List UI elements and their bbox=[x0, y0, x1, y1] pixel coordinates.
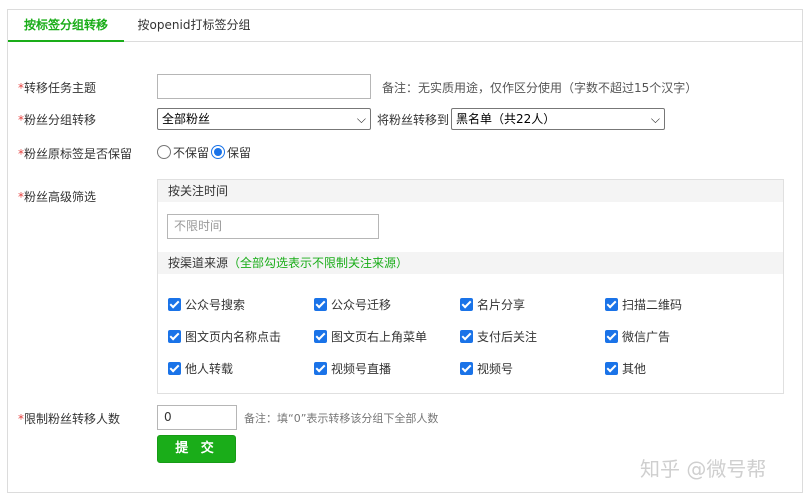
target-group-select[interactable]: 黑名单（共22人） ⌵ bbox=[451, 108, 665, 130]
limit-label: *限制粉丝转移人数 bbox=[18, 410, 120, 427]
checkbox-checked-icon[interactable] bbox=[314, 330, 327, 343]
channel-label: 图文页内名称点击 bbox=[185, 330, 282, 344]
group-transfer-label: *粉丝分组转移 bbox=[18, 111, 96, 128]
transfer-to-label: 将粉丝转移到 bbox=[377, 113, 450, 127]
channel-checkbox[interactable]: 扫描二维码 bbox=[605, 296, 682, 313]
channel-header-note: （全部勾选表示不限制关注来源） bbox=[228, 256, 409, 270]
channel-label: 图文页右上角菜单 bbox=[331, 330, 428, 344]
keep-tags-radio-group: 不保留 保留 bbox=[157, 143, 253, 161]
task-subject-label-text: 转移任务主题 bbox=[24, 81, 97, 95]
advanced-filter-label: *粉丝高级筛选 bbox=[18, 188, 96, 205]
tab-tag-group-transfer[interactable]: 按标签分组转移 bbox=[8, 10, 124, 42]
channel-checkbox[interactable]: 视频号直播 bbox=[314, 360, 391, 377]
checkbox-checked-icon[interactable] bbox=[168, 298, 181, 311]
channel-label: 名片分享 bbox=[477, 298, 526, 312]
channel-checkbox[interactable]: 视频号 bbox=[460, 360, 513, 377]
follow-time-header: 按关注时间 bbox=[158, 180, 783, 202]
tab-bar: 按标签分组转移 按openid打标签分组 bbox=[8, 10, 802, 42]
checkbox-checked-icon[interactable] bbox=[168, 362, 181, 375]
advanced-filter-label-text: 粉丝高级筛选 bbox=[24, 190, 97, 204]
group-transfer-label-text: 粉丝分组转移 bbox=[24, 113, 97, 127]
source-group-value: 全部粉丝 bbox=[162, 112, 211, 126]
checkbox-checked-icon[interactable] bbox=[460, 362, 473, 375]
channel-checkbox[interactable]: 微信广告 bbox=[605, 328, 670, 345]
channel-label: 视频号直播 bbox=[331, 362, 392, 376]
channel-label: 他人转载 bbox=[185, 362, 234, 376]
radio-not-keep-circle[interactable] bbox=[157, 145, 171, 159]
channel-label: 公众号迁移 bbox=[331, 298, 392, 312]
chevron-down-icon: ⌵ bbox=[356, 112, 366, 126]
watermark-text: 知乎 @微号帮 bbox=[640, 457, 767, 481]
channel-header-text: 按渠道来源 bbox=[168, 256, 229, 270]
channel-label: 扫描二维码 bbox=[622, 298, 683, 312]
checkbox-checked-icon[interactable] bbox=[314, 298, 327, 311]
checkbox-checked-icon[interactable] bbox=[168, 330, 181, 343]
keep-tags-label-text: 粉丝原标签是否保留 bbox=[24, 147, 133, 161]
keep-tags-label: *粉丝原标签是否保留 bbox=[18, 145, 132, 162]
checkbox-checked-icon[interactable] bbox=[605, 362, 618, 375]
follow-time-input[interactable]: 不限时间 bbox=[167, 214, 379, 239]
checkbox-checked-icon[interactable] bbox=[314, 362, 327, 375]
radio-keep-circle[interactable] bbox=[211, 145, 226, 159]
source-group-select[interactable]: 全部粉丝 ⌵ bbox=[157, 108, 371, 130]
checkbox-checked-icon[interactable] bbox=[460, 330, 473, 343]
checkbox-checked-icon[interactable] bbox=[605, 298, 618, 311]
channel-checkbox[interactable]: 图文页右上角菜单 bbox=[314, 328, 427, 345]
target-group-value: 黑名单（共22人） bbox=[456, 112, 556, 126]
channel-label: 微信广告 bbox=[622, 330, 671, 344]
radio-keep[interactable]: 保留 bbox=[211, 144, 251, 161]
channel-label: 支付后关注 bbox=[477, 330, 538, 344]
channel-checkbox[interactable]: 图文页内名称点击 bbox=[168, 328, 281, 345]
channel-checkbox[interactable]: 公众号迁移 bbox=[314, 296, 391, 313]
task-subject-note: 备注：无实质用途，仅作区分使用（字数不超过15个汉字） bbox=[382, 81, 698, 95]
channel-checkbox[interactable]: 公众号搜索 bbox=[168, 296, 245, 313]
task-subject-label: *转移任务主题 bbox=[18, 79, 96, 96]
limit-label-text: 限制粉丝转移人数 bbox=[24, 412, 121, 426]
radio-not-keep[interactable]: 不保留 bbox=[157, 144, 209, 161]
task-subject-input[interactable] bbox=[157, 74, 371, 99]
channel-label: 其他 bbox=[622, 362, 647, 376]
tab-openid-tag-group[interactable]: 按openid打标签分组 bbox=[134, 10, 254, 42]
radio-keep-label: 保留 bbox=[227, 145, 252, 160]
channel-checkbox[interactable]: 支付后关注 bbox=[460, 328, 537, 345]
limit-note: 备注：填“0”表示转移该分组下全部人数 bbox=[244, 412, 439, 425]
checkbox-checked-icon[interactable] bbox=[460, 298, 473, 311]
channel-label: 视频号 bbox=[477, 362, 514, 376]
checkbox-checked-icon[interactable] bbox=[605, 330, 618, 343]
channel-header: 按渠道来源（全部勾选表示不限制关注来源） bbox=[158, 252, 783, 274]
submit-button[interactable]: 提 交 bbox=[157, 435, 236, 463]
channel-checkbox[interactable]: 其他 bbox=[605, 360, 646, 377]
channel-label: 公众号搜索 bbox=[185, 298, 246, 312]
channel-checkbox[interactable]: 他人转载 bbox=[168, 360, 233, 377]
advanced-filter-box: 按关注时间 不限时间 按渠道来源（全部勾选表示不限制关注来源） 公众号搜索 公众… bbox=[157, 179, 784, 394]
chevron-down-icon: ⌵ bbox=[650, 112, 660, 126]
channel-checkbox[interactable]: 名片分享 bbox=[460, 296, 525, 313]
limit-input[interactable]: 0 bbox=[157, 405, 237, 430]
radio-not-keep-label: 不保留 bbox=[173, 145, 210, 160]
